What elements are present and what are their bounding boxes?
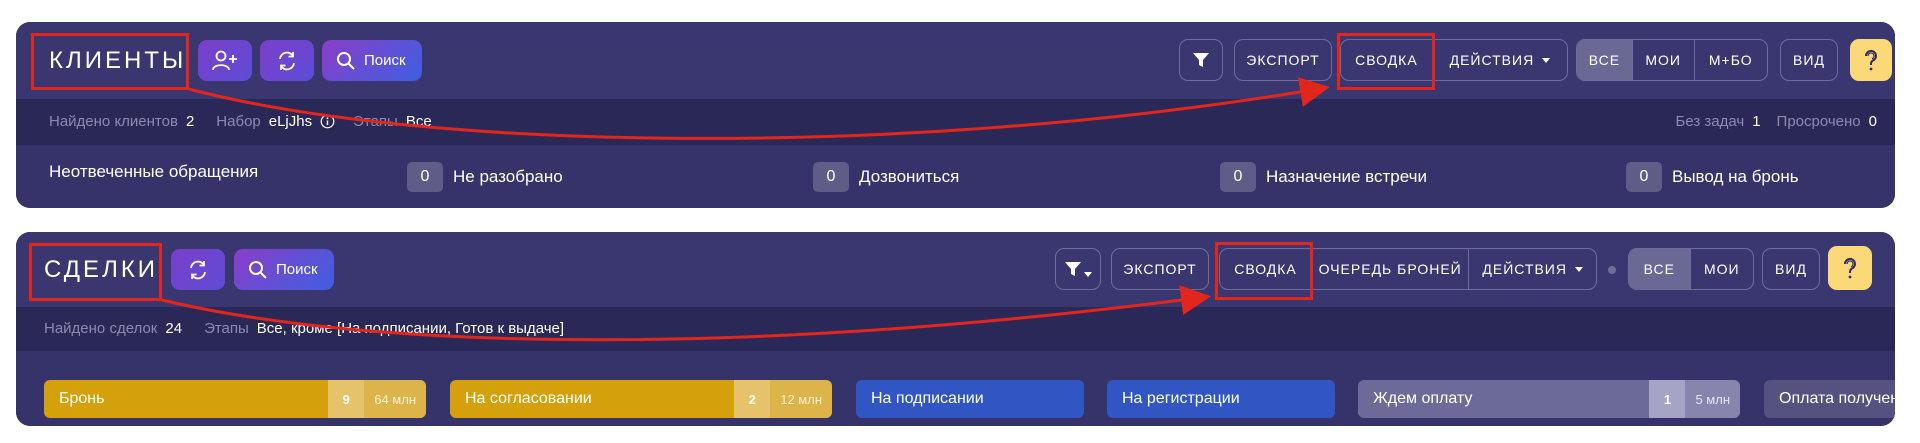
arrow-deals [161,285,1211,342]
annotation-arrows [161,77,1330,342]
arrow-clients [188,77,1330,140]
